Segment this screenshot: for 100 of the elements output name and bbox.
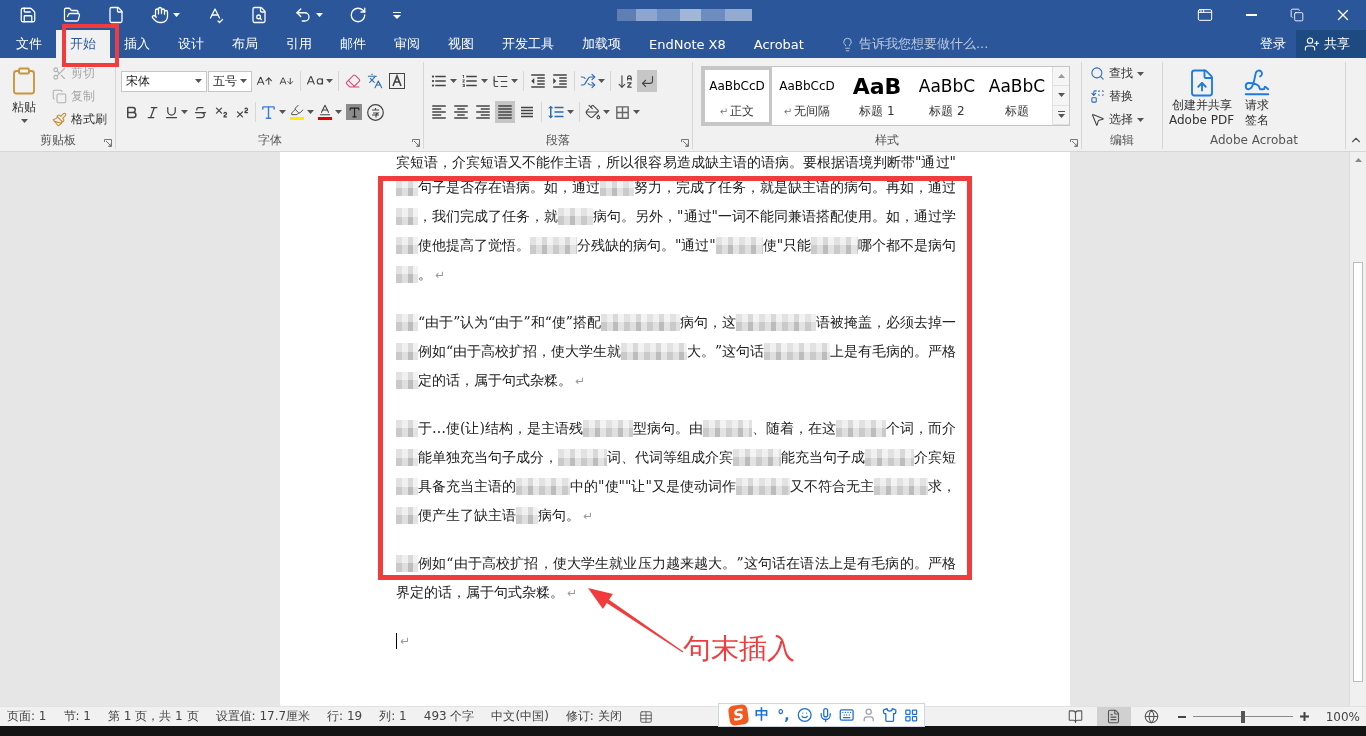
more-icon: [1057, 111, 1065, 119]
style-option[interactable]: AaBbCcD ↵ 正文: [702, 67, 772, 125]
caret-icon: [316, 13, 323, 17]
ribbon-tab[interactable]: 加载项: [568, 30, 635, 58]
status-text: 第 1 页，共 1 页: [108, 708, 199, 725]
clipboard-action[interactable]: 格式刷: [49, 108, 110, 131]
subscript-icon: [213, 104, 229, 120]
body-text: 词、代词等组成介宾: [606, 448, 733, 467]
character-shading-button[interactable]: [344, 101, 364, 123]
blurred-text: [621, 343, 687, 360]
body-text: 求，: [928, 477, 956, 496]
shaded-letter-icon: [346, 104, 362, 120]
ime-logo: S: [727, 703, 750, 727]
blurred-text: [873, 478, 928, 495]
body-text: 、随着，在这: [752, 419, 837, 438]
view-mode-button[interactable]: [1096, 707, 1131, 726]
paste-button[interactable]: 粘贴: [5, 62, 43, 131]
blurred-text: [764, 343, 830, 360]
hand-icon: [151, 6, 169, 24]
share-button[interactable]: 共享: [1296, 30, 1366, 58]
zoom-level[interactable]: 100%: [1313, 709, 1366, 724]
ribbon-tab[interactable]: 设计: [164, 30, 218, 58]
caret-icon: [307, 110, 314, 114]
status-text: 节: 1: [63, 708, 91, 725]
gallery-more-button[interactable]: [1053, 105, 1069, 125]
letter-t-icon: [260, 103, 277, 121]
editing-action[interactable]: 查找: [1087, 62, 1147, 85]
replace-arrows-icon: [1090, 89, 1105, 104]
caret-icon: [598, 79, 605, 83]
body-text: 上是有毛病的。严格: [830, 342, 956, 361]
scissors-icon: [52, 66, 67, 81]
body-text: 病句。: [538, 506, 580, 525]
ribbon-tab[interactable]: 审阅: [380, 30, 434, 58]
blurred-text: [396, 372, 418, 389]
status-text: 中文(中国): [491, 708, 549, 725]
dialog-launcher-icon[interactable]: [412, 139, 420, 147]
caret-icon: [1137, 71, 1144, 76]
vertical-scrollbar[interactable]: [1349, 152, 1366, 706]
paragraph-mark: ↵: [567, 585, 578, 600]
ime-punctuation-button[interactable]: °,: [776, 707, 791, 723]
ribbon-tab[interactable]: EndNote X8: [635, 30, 740, 58]
status-text: 修订: 关闭: [565, 708, 622, 725]
gallery-down-button[interactable]: [1053, 86, 1069, 106]
sign-in-button[interactable]: 登录: [1250, 30, 1296, 58]
enclose-characters-button[interactable]: [365, 101, 385, 123]
body-text: 能充当句子成: [781, 448, 866, 467]
blurred-text: [702, 420, 753, 437]
blurred-text: [396, 208, 418, 225]
font-size-field[interactable]: 五号: [208, 70, 252, 92]
ribbon-tab[interactable]: 文件: [2, 30, 56, 58]
group-label: 样式: [875, 131, 899, 149]
blurred-text: [732, 449, 782, 466]
caret-icon: [335, 110, 342, 114]
ribbon-tab[interactable]: 邮件: [326, 30, 380, 58]
dialog-launcher-icon[interactable]: [1070, 139, 1078, 147]
indent-increase-icon: [551, 72, 569, 90]
scrollbar-thumb[interactable]: [1353, 262, 1363, 682]
blurred-text: [558, 208, 594, 225]
caret-icon: [20, 119, 28, 123]
body-text: ，我们完成了任务，就: [418, 207, 558, 226]
ribbon-tab[interactable]: 布局: [218, 30, 272, 58]
ribbon-tab[interactable]: 引用: [272, 30, 326, 58]
show-marks-button[interactable]: [637, 70, 657, 92]
align-left-icon: [430, 103, 448, 121]
ribbon-tab[interactable]: 开发工具: [488, 30, 568, 58]
font-name-field[interactable]: 宋体: [121, 70, 207, 92]
body-text: 大。”这句话: [687, 342, 765, 361]
ribbon-tab[interactable]: 插入: [110, 30, 164, 58]
ribbon-tab[interactable]: Acrobat: [739, 30, 818, 58]
dialog-launcher-icon[interactable]: [681, 139, 689, 147]
body-text: 例如“由于高校扩招，使大学生就: [418, 342, 622, 361]
acrobat-action[interactable]: 创建并共享 Adobe PDF: [1168, 66, 1236, 131]
body-text: 具备充当主语的: [418, 477, 516, 496]
ime-mode-button[interactable]: 中: [754, 706, 771, 724]
plus-icon: [1299, 712, 1309, 721]
blurred-text: [396, 507, 418, 524]
tell-me-search[interactable]: 告诉我您想要做什么...: [835, 30, 993, 58]
ribbon-tab[interactable]: 视图: [434, 30, 488, 58]
editing-action[interactable]: 替换: [1087, 85, 1147, 108]
body-text: 病句。另外，"通过"一词不能同兼语搭配使用。如，通过学: [593, 207, 956, 226]
body-text: 分残缺的病句。"通过": [576, 236, 716, 255]
body-text: 努力，完成了任务，就是缺主语的病句。再如，通过: [634, 178, 956, 197]
ribbon-tab[interactable]: 开始: [56, 30, 110, 58]
caret-icon: [279, 110, 286, 114]
highlighter-icon: [289, 103, 305, 121]
underlined-letter-icon: [317, 103, 333, 121]
zoom-thumb[interactable]: [1240, 710, 1245, 723]
paragraph-mark: ↵: [575, 373, 586, 388]
acrobat-action[interactable]: 请求 签名: [1241, 66, 1274, 131]
character-border-button[interactable]: [387, 70, 407, 92]
globe-icon: [1144, 709, 1160, 724]
body-text: 使"只能: [762, 236, 812, 255]
paint-bucket-icon: [585, 104, 601, 120]
body-text: “由于”认为“由于”和“使”搭配: [418, 313, 601, 332]
dialog-launcher-icon[interactable]: [104, 139, 112, 147]
editing-action[interactable]: 选择: [1087, 108, 1147, 131]
blurred-text: [396, 266, 418, 283]
blurred-text: [530, 237, 577, 254]
caret-icon: [633, 110, 640, 114]
document-icon: [107, 6, 125, 24]
